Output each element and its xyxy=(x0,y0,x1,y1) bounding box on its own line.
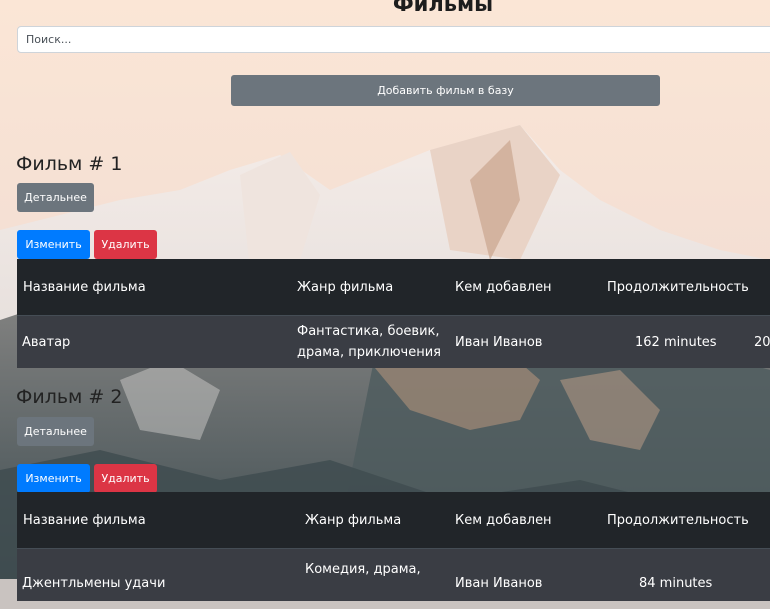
table-row: Джентльмены удачи Комедия, драма, Иван И… xyxy=(17,548,770,601)
film-genre-cell: Комедия, драма, xyxy=(305,561,421,577)
add-film-button[interactable]: Добавить фильм в базу xyxy=(231,75,660,106)
film-table: Название фильма Жанр фильма Кем добавлен… xyxy=(17,259,770,368)
film-genre-cell: Фантастика, боевик, драма, приключения xyxy=(297,316,441,368)
delete-button[interactable]: Удалить xyxy=(94,230,157,259)
details-button[interactable]: Детальнее xyxy=(17,417,94,446)
column-header-title: Название фильма xyxy=(23,279,146,295)
delete-button[interactable]: Удалить xyxy=(94,464,157,493)
table-header-row: Название фильма Жанр фильма Кем добавлен… xyxy=(17,492,770,548)
edit-button[interactable]: Изменить xyxy=(17,464,90,493)
edit-button[interactable]: Изменить xyxy=(17,230,90,259)
film-duration-cell: 84 minutes xyxy=(639,575,713,591)
column-header-duration: Продолжительность xyxy=(607,512,749,528)
details-button[interactable]: Детальнее xyxy=(17,183,94,212)
film-title-cell: Джентльмены удачи xyxy=(22,575,166,591)
film-heading: Фильм # 2 xyxy=(16,386,123,408)
film-added-by-cell: Иван Иванов xyxy=(455,334,543,350)
film-title-cell: Аватар xyxy=(22,334,71,350)
search-input[interactable] xyxy=(17,26,770,53)
column-header-added-by: Кем добавлен xyxy=(455,279,552,295)
column-header-added-by: Кем добавлен xyxy=(455,512,552,528)
genre-line: Фантастика, боевик, xyxy=(297,324,440,339)
column-header-title: Название фильма xyxy=(23,512,146,528)
table-row: Аватар Фантастика, боевик, драма, приклю… xyxy=(17,315,770,368)
genre-line: драма, приключения xyxy=(297,345,441,360)
column-header-genre: Жанр фильма xyxy=(297,279,394,295)
film-added-by-cell: Иван Иванов xyxy=(455,575,543,591)
table-header-row: Название фильма Жанр фильма Кем добавлен… xyxy=(17,259,770,315)
page-title: Фильмы xyxy=(392,0,494,16)
film-extra-cell: 20 xyxy=(754,334,770,350)
column-header-genre: Жанр фильма xyxy=(305,512,402,528)
film-duration-cell: 162 minutes xyxy=(635,334,717,350)
film-table: Название фильма Жанр фильма Кем добавлен… xyxy=(17,492,770,601)
film-heading: Фильм # 1 xyxy=(16,153,123,175)
column-header-duration: Продолжительность xyxy=(607,279,749,295)
